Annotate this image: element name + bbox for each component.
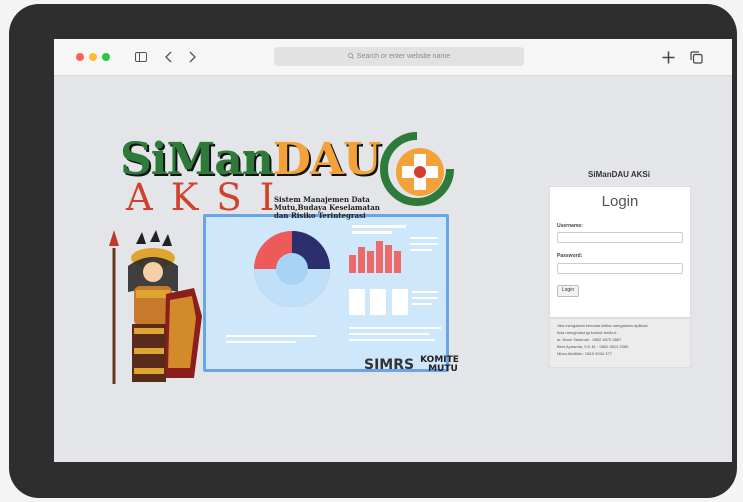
dashboard-illustration <box>203 214 449 372</box>
komite-line-2: MUTU <box>428 364 458 374</box>
address-bar[interactable]: Search or enter website name <box>274 47 524 66</box>
search-icon <box>347 52 354 61</box>
hospital-logo-icon <box>380 132 454 206</box>
tabs-icon[interactable] <box>688 47 704 67</box>
contact-line: Mirza Abdillah : 0819 5034 377 <box>557 351 612 356</box>
plus-icon[interactable] <box>660 47 676 67</box>
minimize-window-button[interactable] <box>89 53 97 61</box>
subtitle-line-3: dan Risiko Terintegrasi <box>274 211 366 220</box>
device-frame: Search or enter website name SiManDAU AK… <box>9 4 737 498</box>
password-input[interactable] <box>557 263 683 274</box>
page-content: SiManDAU AKSI Sistem Manajemen Data Mutu… <box>54 76 732 462</box>
dashboard-graphics <box>226 225 441 343</box>
sidebar-icon[interactable] <box>134 47 148 67</box>
login-button[interactable]: Login <box>557 285 579 297</box>
password-label: Password: <box>557 253 583 259</box>
login-title: Login <box>601 193 639 210</box>
login-app-name: SiManDAU AKSi <box>588 170 650 179</box>
footer-logos: SIMRS KOMITE MUTU <box>364 354 460 376</box>
browser-toolbar: Search or enter website name <box>54 39 732 76</box>
browser-window: Search or enter website name SiManDAU AK… <box>54 39 732 462</box>
address-bar-placeholder: Search or enter website name <box>356 53 451 60</box>
username-input[interactable] <box>557 232 683 243</box>
maximize-window-button[interactable] <box>102 53 110 61</box>
app-banner: SiManDAU AKSI Sistem Manajemen Data Mutu… <box>106 132 459 386</box>
chevron-right-icon[interactable] <box>186 47 198 67</box>
username-label: Username: <box>557 223 583 229</box>
contact-info: Jika mengalami kendala ketika mengakses … <box>549 318 691 368</box>
contact-line: dr. Nurul Salamah : 0852 4670 3867 <box>557 337 622 342</box>
app-title-aksi: AKSI <box>126 176 293 219</box>
contact-line: Beni Aprianda, S.K.M. : 0852 5514 2080 <box>557 344 629 349</box>
simrs-logo: SIMRS <box>364 357 415 373</box>
dancer-illustration <box>109 230 202 384</box>
komite-mutu-logo: KOMITE MUTU <box>420 356 459 374</box>
contact-line: Jika mengalami kendala ketika mengakses … <box>557 323 648 328</box>
chevron-left-icon[interactable] <box>162 47 174 67</box>
login-card: Login Username: Password: Login <box>549 186 691 318</box>
contact-line: bisa menghubungi kontak berikut: <box>557 330 617 335</box>
close-window-button[interactable] <box>76 53 84 61</box>
